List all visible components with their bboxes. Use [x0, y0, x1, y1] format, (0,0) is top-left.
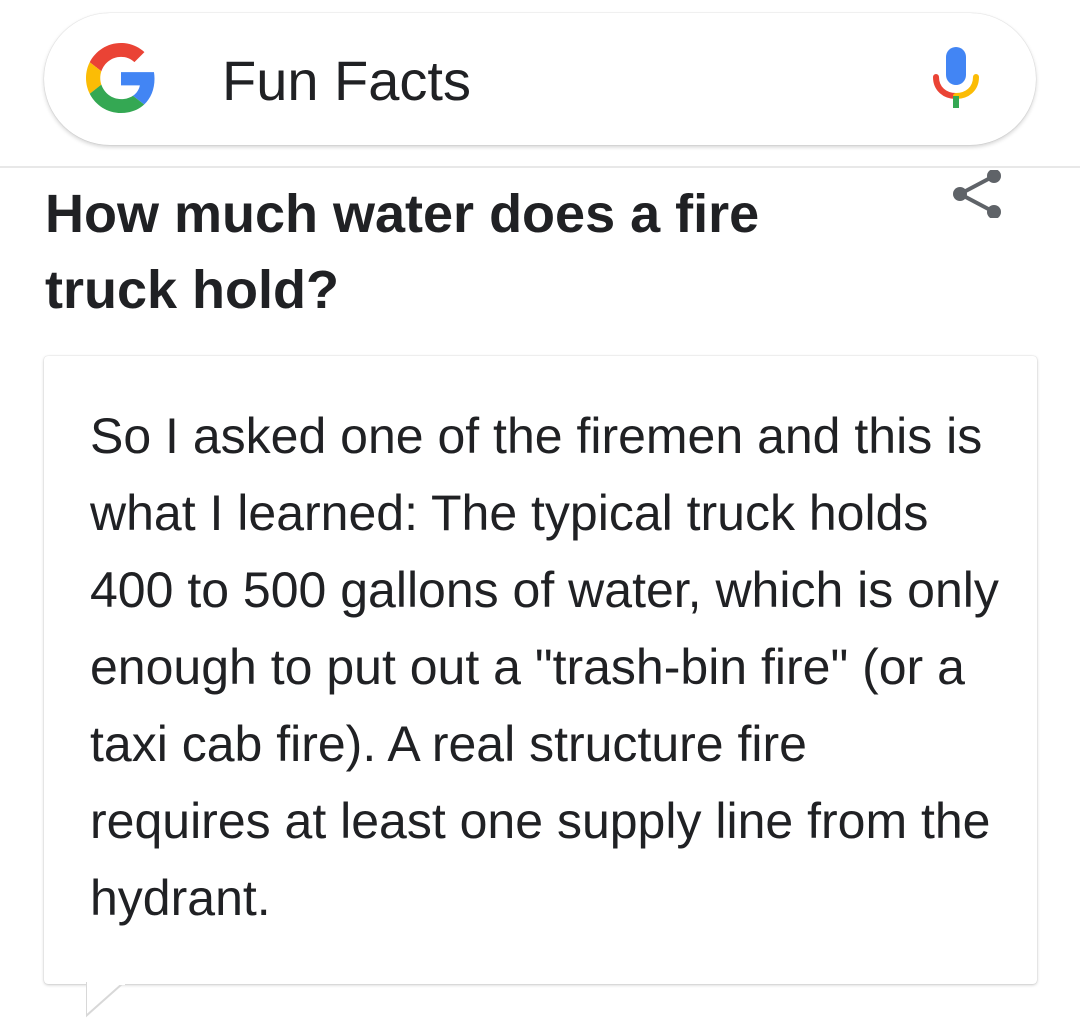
- card-pointer-tail: [86, 982, 125, 1018]
- answer-text: So I asked one of the firemen and this i…: [90, 408, 999, 926]
- search-bar[interactable]: [44, 13, 1036, 145]
- top-bar: Fun Facts: [0, 0, 1080, 168]
- microphone-icon[interactable]: [930, 47, 982, 109]
- share-icon[interactable]: [948, 170, 1004, 218]
- google-g-icon[interactable]: [86, 43, 156, 113]
- question-title: How much water does a fire truck hold?: [45, 184, 760, 320]
- answer-card: So I asked one of the firemen and this i…: [44, 356, 1037, 984]
- search-input[interactable]: Fun Facts: [222, 46, 471, 116]
